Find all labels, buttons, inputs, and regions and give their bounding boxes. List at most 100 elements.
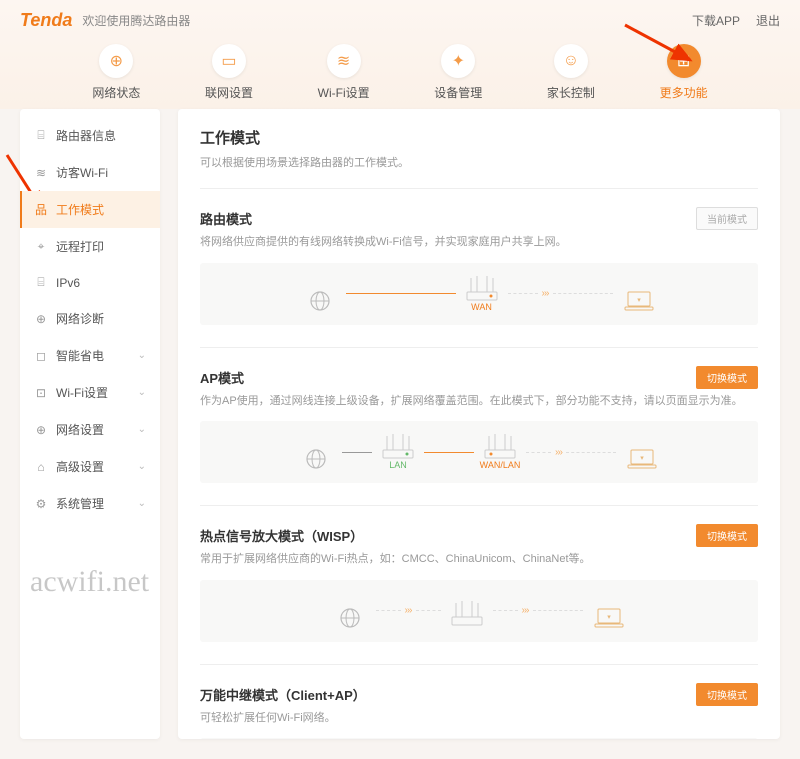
- sidebar-item-guest-wifi[interactable]: ≋ 访客Wi-Fi: [20, 154, 160, 191]
- sidebar-label: 系统管理: [56, 495, 104, 512]
- mode-icon: 品: [34, 201, 48, 218]
- mode-diagram: ››› ››› ▾: [200, 580, 758, 642]
- chevron-down-icon: ⌄: [138, 424, 146, 435]
- diag-icon: ⊕: [34, 312, 48, 326]
- nav-internet-settings[interactable]: ▭ 联网设置: [205, 44, 253, 101]
- wifi-icon: ≋: [327, 44, 361, 78]
- sidebar-item-wifi-settings[interactable]: ⊡ Wi-Fi设置 ⌄: [20, 374, 160, 411]
- gear-icon: ⚙: [34, 497, 48, 511]
- chevron-down-icon: ⌄: [138, 387, 146, 398]
- sidebar-item-diagnostics[interactable]: ⊕ 网络诊断: [20, 300, 160, 337]
- page-title: 工作模式: [200, 127, 758, 148]
- mode-diagram: ››› ››› ▾: [200, 738, 758, 739]
- internet-icon: [294, 434, 338, 470]
- ap-router-icon: WAN/LAN: [478, 434, 522, 470]
- info-icon: ⌸: [34, 128, 48, 143]
- sidebar-label: 路由器信息: [56, 127, 116, 144]
- nav-wifi-settings[interactable]: ≋ Wi-Fi设置: [318, 44, 370, 101]
- power-icon: ◻: [34, 349, 48, 363]
- nav-label: Wi-Fi设置: [318, 84, 370, 101]
- sidebar-label: Wi-Fi设置: [56, 384, 108, 401]
- nav-more-features[interactable]: ⊞ 更多功能: [660, 44, 708, 101]
- nav-label: 家长控制: [547, 84, 595, 101]
- devices-icon: ✦: [441, 44, 475, 78]
- wireless-icon: ›››: [542, 288, 549, 299]
- monitor-icon: ▭: [212, 44, 246, 78]
- mode-title: 万能中继模式（Client+AP）: [200, 685, 366, 704]
- nav-label: 联网设置: [205, 84, 253, 101]
- svg-text:▾: ▾: [607, 614, 611, 621]
- chevron-down-icon: ⌄: [138, 461, 146, 472]
- mode-ap: AP模式 切换模式 作为AP使用，通过网线连接上级设备，扩展网络覆盖范围。在此模…: [200, 347, 758, 506]
- port-label: WAN: [471, 302, 492, 312]
- logout-link[interactable]: 退出: [756, 12, 780, 29]
- laptop-icon: ▾: [617, 276, 661, 312]
- wireless-icon: ›››: [555, 447, 562, 458]
- mode-desc: 常用于扩展网络供应商的Wi-Fi热点，如：CMCC、ChinaUnicom、Ch…: [200, 551, 758, 568]
- sidebar-item-remote-print[interactable]: ⌖远程打印: [20, 228, 160, 265]
- switch-mode-button[interactable]: 切换模式: [696, 683, 758, 706]
- mode-client-ap: 万能中继模式（Client+AP） 切换模式 可轻松扩展任何Wi-Fi网络。 ›…: [200, 664, 758, 740]
- mode-desc: 可轻松扩展任何Wi-Fi网络。: [200, 710, 758, 727]
- main-nav: ⊕ 网络状态 ▭ 联网设置 ≋ Wi-Fi设置 ✦ 设备管理 ☺ 家长控制 ⊞ …: [20, 34, 780, 109]
- sidebar-label: 网络设置: [56, 421, 104, 438]
- wifi2-icon: ⊡: [34, 386, 48, 400]
- mode-desc: 将网络供应商提供的有线网络转换成Wi-Fi信号，并实现家庭用户共享上网。: [200, 234, 758, 251]
- content-panel: 工作模式 可以根据使用场景选择路由器的工作模式。 路由模式 当前模式 将网络供应…: [178, 109, 780, 739]
- mode-title: AP模式: [200, 368, 244, 387]
- mode-desc: 作为AP使用，通过网线连接上级设备，扩展网络覆盖范围。在此模式下，部分功能不支持…: [200, 393, 758, 410]
- nav-parental-control[interactable]: ☺ 家长控制: [547, 44, 595, 101]
- sidebar-item-advanced[interactable]: ⌂ 高级设置 ⌄: [20, 448, 160, 485]
- mode-wisp: 热点信号放大模式（WISP） 切换模式 常用于扩展网络供应商的Wi-Fi热点，如…: [200, 505, 758, 664]
- chevron-down-icon: ⌄: [138, 350, 146, 361]
- sidebar-item-router-info[interactable]: ⌸ 路由器信息: [20, 117, 160, 154]
- sidebar-label: IPv6: [56, 276, 80, 290]
- mode-title: 热点信号放大模式（WISP）: [200, 526, 363, 545]
- sidebar-label: 访客Wi-Fi: [56, 164, 108, 181]
- mode-router: 路由模式 当前模式 将网络供应商提供的有线网络转换成Wi-Fi信号，并实现家庭用…: [200, 188, 758, 347]
- nav-network-status[interactable]: ⊕ 网络状态: [92, 44, 140, 101]
- user-icon: ☺: [554, 44, 588, 78]
- globe-icon: ⊕: [99, 44, 133, 78]
- sidebar-label: 工作模式: [56, 201, 104, 218]
- brand-logo: Tenda: [20, 10, 72, 31]
- laptop-icon: ▾: [620, 434, 664, 470]
- grid-icon: ⊞: [667, 44, 701, 78]
- sidebar: ⌸路由器信息 ≋访客Wi-Fi 品工作模式 ⌖远程打印 ⌸IPv6 ⊕网络诊断 …: [20, 109, 160, 739]
- download-app-link[interactable]: 下载APP: [692, 12, 740, 29]
- sidebar-label: 智能省电: [56, 347, 104, 364]
- router-icon: WAN: [460, 276, 504, 312]
- switch-mode-button[interactable]: 切换模式: [696, 524, 758, 547]
- sidebar-item-network-settings[interactable]: ⊕ 网络设置 ⌄: [20, 411, 160, 448]
- port-label: LAN: [389, 460, 407, 470]
- switch-mode-button[interactable]: 切换模式: [696, 366, 758, 389]
- adv-icon: ⌂: [34, 460, 48, 474]
- net-icon: ⊕: [34, 423, 48, 437]
- port-label: WAN/LAN: [480, 460, 521, 470]
- laptop-icon: ▾: [587, 593, 631, 629]
- nav-device-management[interactable]: ✦ 设备管理: [434, 44, 482, 101]
- sidebar-item-power-saving[interactable]: ◻ 智能省电 ⌄: [20, 337, 160, 374]
- router-icon: [445, 593, 489, 629]
- sidebar-label: 高级设置: [56, 458, 104, 475]
- mode-diagram: WAN ››› ▾: [200, 263, 758, 325]
- sidebar-item-system[interactable]: ⚙系统管理⌄: [20, 485, 160, 522]
- svg-text:▾: ▾: [637, 297, 641, 304]
- wireless-icon: ›››: [405, 605, 412, 616]
- ipv6-icon: ⌸: [34, 275, 48, 290]
- page-subtitle: 可以根据使用场景选择路由器的工作模式。: [200, 154, 758, 170]
- nav-label: 设备管理: [434, 84, 482, 101]
- mode-diagram: LAN WAN/LAN ››› ▾: [200, 421, 758, 483]
- svg-text:▾: ▾: [640, 455, 644, 462]
- internet-icon: [328, 593, 372, 629]
- upstream-router-icon: LAN: [376, 434, 420, 470]
- sidebar-item-work-mode[interactable]: 品工作模式: [20, 191, 160, 228]
- sidebar-label: 网络诊断: [56, 310, 104, 327]
- internet-icon: [298, 276, 342, 312]
- sidebar-item-ipv6[interactable]: ⌸ IPv6: [20, 265, 160, 300]
- current-mode-button: 当前模式: [696, 207, 758, 230]
- wifi-icon: ≋: [34, 166, 48, 180]
- nav-label: 更多功能: [660, 84, 708, 101]
- print-icon: ⌖: [34, 239, 48, 254]
- mode-title: 路由模式: [200, 209, 252, 228]
